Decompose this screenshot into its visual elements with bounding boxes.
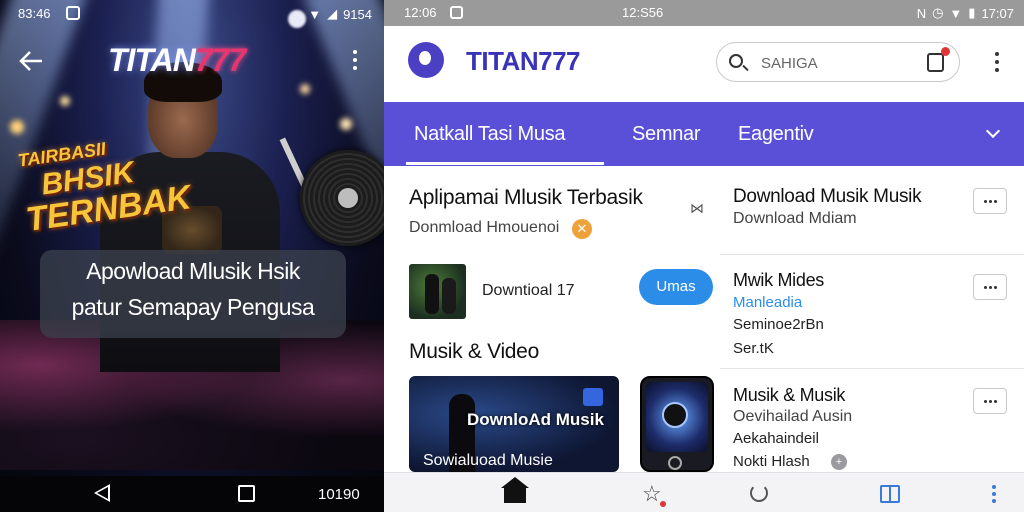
list-item-more-button[interactable]: [973, 188, 1007, 214]
tab-semnar[interactable]: Semnar: [632, 123, 701, 146]
status-bar: 12:06 12:S56 N ◷ ▼ ▮ 17:07: [384, 0, 1024, 26]
disc-icon: [662, 402, 688, 428]
divider: [720, 368, 1024, 369]
status-time: 83:46: [18, 6, 51, 21]
nav-number: 10190: [318, 486, 360, 503]
active-tab-indicator: [406, 162, 604, 165]
video-card[interactable]: DownloAd Musik Sowialuoad Musie: [409, 376, 619, 472]
phone-home-button: [668, 456, 682, 470]
bottom-nav: ☆: [384, 472, 1024, 512]
chevron-down-icon[interactable]: [985, 123, 1001, 139]
system-nav-bar: 10190: [0, 476, 384, 512]
tab-natkall[interactable]: Natkall Tasi Musa: [414, 123, 566, 146]
app-bar: TITAN777: [384, 26, 1024, 102]
app-brand: TITAN777: [466, 46, 581, 76]
stage-light: [340, 118, 352, 130]
touch-indicator: [288, 10, 306, 28]
download-thumbnail[interactable]: [409, 264, 466, 319]
back-arrow-icon[interactable]: [18, 48, 44, 74]
nfc-icon: N: [916, 5, 927, 21]
list-item-meta: Seminoe2rBn: [733, 316, 824, 333]
wifi-icon: ▼: [949, 5, 963, 21]
promo-caption[interactable]: Apowload Mlusik Hsik patur Semapay Pengu…: [40, 250, 346, 338]
info-icon[interactable]: +: [831, 454, 847, 470]
list-item-title[interactable]: Mwik Mides: [733, 270, 824, 291]
list-item-more-button[interactable]: [973, 274, 1007, 300]
more-options-icon[interactable]: [352, 50, 358, 74]
left-phone-screen: 83:46 ▼ ◢ 9154 TITAN777 TAIRBASII BHSIK …: [0, 0, 384, 512]
search-bar[interactable]: [716, 42, 960, 82]
notification-dot: [660, 501, 666, 507]
brand-accent: 777: [194, 42, 246, 78]
scan-icon[interactable]: [927, 53, 944, 72]
list-item-meta: Ser.tK: [733, 340, 774, 357]
featured-title[interactable]: Aplipamai Mlusik Terbasik: [409, 186, 643, 210]
search-input[interactable]: [761, 52, 911, 74]
download-action-button[interactable]: Umas: [639, 269, 713, 305]
more-options-icon[interactable]: [992, 485, 996, 503]
brand-main: TITAN: [108, 42, 196, 78]
list-item-meta: Nokti Hlash: [733, 453, 810, 470]
more-options-icon[interactable]: [994, 52, 1000, 76]
nav-recents-icon[interactable]: [238, 485, 255, 502]
divider: [720, 254, 1024, 255]
refresh-icon[interactable]: [750, 484, 768, 502]
signal-icon: ◢: [327, 6, 338, 21]
list-item-meta: Aekahaindeil: [733, 430, 819, 447]
screenshot: 83:46 ▼ ◢ 9154 TITAN777 TAIRBASII BHSIK …: [0, 0, 1024, 512]
notification-icon: [450, 6, 463, 19]
status-right-text: 9154: [343, 6, 372, 22]
wifi-icon: ▼: [308, 6, 322, 22]
vinyl-record-icon: [300, 150, 384, 246]
mute-icon[interactable]: ⋈: [690, 200, 704, 217]
star-icon[interactable]: ☆: [642, 481, 662, 507]
list-item-more-button[interactable]: [973, 388, 1007, 414]
section-heading: Musik & Video: [409, 340, 539, 363]
list-item-link[interactable]: Manleadia: [733, 294, 802, 311]
status-center-text: 12:S56: [622, 5, 664, 20]
brand-logo: TITAN777: [108, 42, 246, 79]
app-logo-icon[interactable]: [408, 42, 444, 78]
status-right-text: 17:07: [981, 5, 1014, 21]
search-icon: [729, 54, 743, 68]
tab-eagentiv[interactable]: Eagentiv: [738, 123, 814, 146]
list-item-subtitle: Oevihailad Ausin: [733, 408, 853, 425]
stage-light: [300, 84, 310, 94]
video-card-caption: Sowialuoad Musie: [423, 452, 553, 469]
tab-bar: Natkall Tasi Musa Semnar Eagentiv: [384, 102, 1024, 166]
status-time: 12:06: [404, 5, 437, 20]
featured-subtitle: Donmload Hmouenoi: [409, 219, 560, 236]
stage-light: [60, 96, 70, 106]
alarm-icon: ◷: [932, 5, 944, 20]
badge-icon: ✕: [572, 219, 592, 239]
video-badge-icon: [583, 388, 603, 406]
list-item-subtitle: Download Mdiam: [733, 210, 857, 227]
notification-dot: [941, 47, 950, 56]
nav-back-icon[interactable]: [94, 484, 110, 502]
video-card-title: DownloAd Musik: [467, 410, 604, 429]
library-icon[interactable]: [880, 485, 900, 503]
download-label[interactable]: Downtioal 17: [482, 282, 575, 300]
stage-light: [10, 120, 24, 134]
battery-icon: ▮: [968, 5, 976, 20]
promo-line1: Apowload Mlusik Hsik: [86, 258, 300, 284]
list-item-title[interactable]: Musik & Musik: [733, 385, 845, 406]
home-icon[interactable]: [501, 477, 529, 503]
top-bar: TITAN777: [0, 40, 384, 84]
status-bar: 83:46 ▼ ◢ 9154: [0, 0, 384, 28]
list-item-title[interactable]: Download Musik Musik: [733, 186, 922, 208]
right-phone-screen: 12:06 12:S56 N ◷ ▼ ▮ 17:07 TITAN777 SAHI…: [384, 0, 1024, 512]
notification-icon: [66, 6, 80, 20]
promo-line2: patur Semapay Pengusa: [71, 294, 315, 320]
phone-video-card[interactable]: [640, 376, 714, 472]
